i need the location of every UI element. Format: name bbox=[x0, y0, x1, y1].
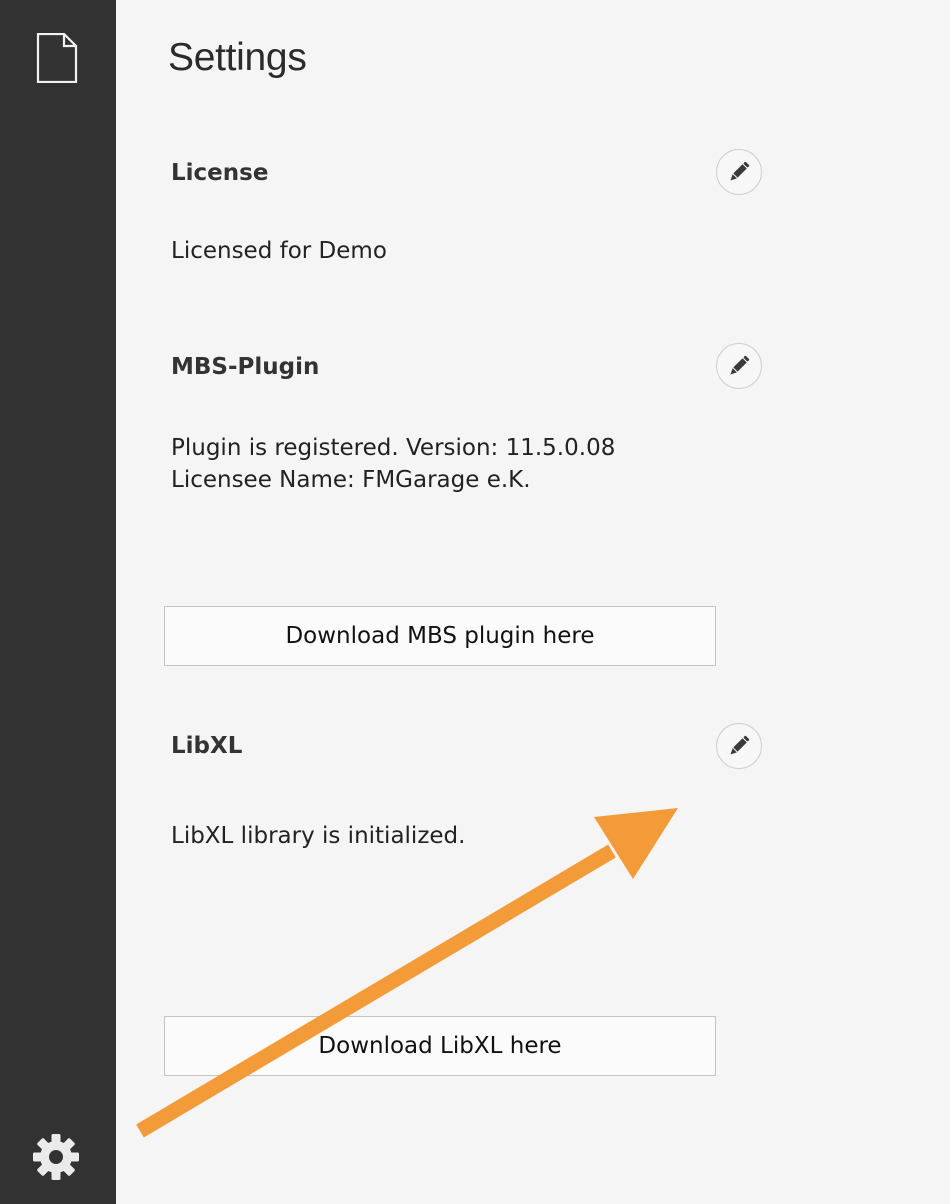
download-mbs-button[interactable]: Download MBS plugin here bbox=[164, 606, 716, 666]
mbs-licensee-line: Licensee Name: FMGarage e.K. bbox=[171, 467, 531, 493]
mbs-edit-button[interactable] bbox=[716, 343, 762, 389]
libxl-section-title: LibXL bbox=[171, 733, 243, 759]
pencil-icon bbox=[730, 161, 750, 181]
settings-panel: Settings License Licensed for Demo MBS-P… bbox=[116, 0, 950, 1204]
app-window: Settings License Licensed for Demo MBS-P… bbox=[0, 0, 950, 1204]
mbs-status-line-1: Plugin is registered. Version: 11.5.0.08 bbox=[171, 435, 616, 461]
license-edit-button[interactable] bbox=[716, 149, 762, 195]
document-icon[interactable] bbox=[36, 33, 78, 83]
license-status-text: Licensed for Demo bbox=[171, 238, 387, 264]
gear-icon[interactable] bbox=[31, 1130, 81, 1180]
libxl-edit-button[interactable] bbox=[716, 723, 762, 769]
mbs-section-title: MBS-Plugin bbox=[171, 354, 320, 380]
download-libxl-button[interactable]: Download LibXL here bbox=[164, 1016, 716, 1076]
sidebar bbox=[0, 0, 116, 1204]
pencil-icon bbox=[730, 355, 750, 375]
pencil-icon bbox=[730, 735, 750, 755]
page-title: Settings bbox=[168, 36, 307, 79]
license-section-title: License bbox=[171, 160, 269, 186]
libxl-status-text: LibXL library is initialized. bbox=[171, 823, 466, 849]
